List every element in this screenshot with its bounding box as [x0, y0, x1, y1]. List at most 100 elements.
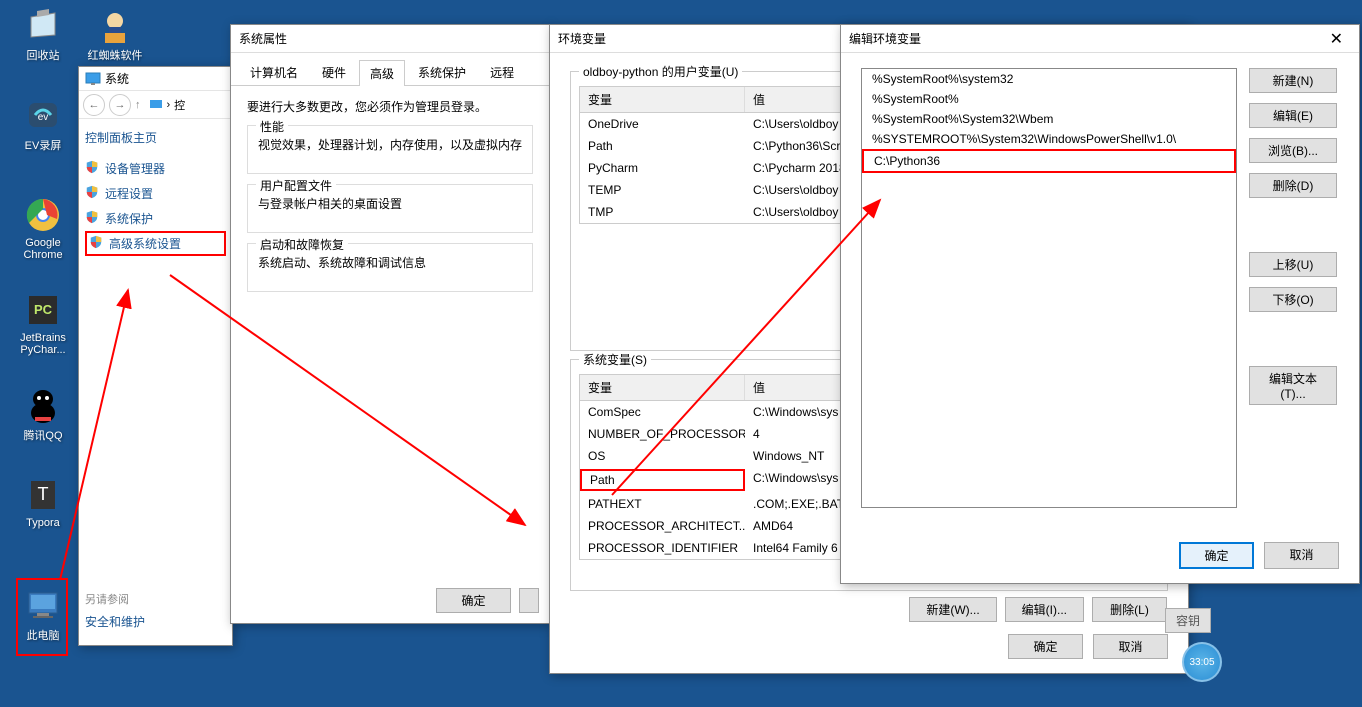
nav-up-icon[interactable]: ↑ — [135, 99, 141, 111]
var-name: Path — [580, 469, 745, 491]
system-titlebar: 系统 — [79, 67, 232, 91]
this-pc-highlight — [16, 578, 68, 656]
path-item-0[interactable]: %SystemRoot%\system32 — [862, 69, 1236, 89]
tab-2[interactable]: 高级 — [359, 60, 405, 86]
path-item-2[interactable]: %SystemRoot%\System32\Wbem — [862, 109, 1236, 129]
shield-icon — [89, 235, 103, 252]
edit-sidebar-button[interactable]: 上移(U) — [1249, 252, 1337, 277]
edit-sidebar-button[interactable]: 新建(N) — [1249, 68, 1337, 93]
edit-sidebar-button[interactable]: 编辑(E) — [1249, 103, 1337, 128]
props-group-2: 启动和故障恢复系统启动、系统故障和调试信息 — [247, 243, 533, 292]
props-group-1: 用户配置文件与登录帐户相关的桌面设置 — [247, 184, 533, 233]
env-new-button[interactable]: 新建(W)... — [909, 597, 996, 622]
nav-bar: ← → ↑ › 控 — [79, 91, 232, 119]
group-desc: 视觉效果，处理器计划，内存使用，以及虚拟内存 — [258, 136, 522, 153]
tab-1[interactable]: 硬件 — [311, 59, 357, 85]
edit-sidebar-button[interactable]: 删除(D) — [1249, 173, 1337, 198]
sys-link-label: 高级系统设置 — [109, 235, 181, 252]
icon-label: 红蜘蛛软件 — [80, 47, 150, 63]
props-intro: 要进行大多数更改，您必须作为管理员登录。 — [247, 98, 533, 115]
var-name: NUMBER_OF_PROCESSORS — [580, 425, 745, 443]
props-partial-button[interactable] — [519, 588, 539, 613]
env-cancel-button[interactable]: 取消 — [1093, 634, 1168, 659]
sys-link-label: 系统保护 — [105, 210, 153, 227]
edit-cancel-button[interactable]: 取消 — [1264, 542, 1339, 569]
icon-label: 回收站 — [8, 47, 78, 63]
sys-link-label: 设备管理器 — [105, 160, 165, 177]
sys-link-2[interactable]: 系统保护 — [85, 206, 226, 231]
var-name: PROCESSOR_ARCHITECT... — [580, 517, 745, 535]
edit-env-var-window: 编辑环境变量 ✕ %SystemRoot%\system32%SystemRoo… — [840, 24, 1360, 584]
icon-label: Typora — [8, 517, 78, 529]
env-delete-button[interactable]: 删除(L) — [1092, 597, 1167, 622]
icon-graphic: PC — [23, 290, 63, 330]
var-name: Path — [580, 137, 745, 155]
monitor-icon — [85, 72, 101, 86]
var-name: PyCharm — [580, 159, 745, 177]
icon-label: 腾讯QQ — [8, 427, 78, 443]
var-name: PATHEXT — [580, 495, 745, 513]
breadcrumb[interactable]: 控 — [174, 97, 185, 113]
tab-4[interactable]: 远程 — [479, 59, 525, 85]
tab-3[interactable]: 系统保护 — [407, 59, 477, 85]
partial-button[interactable]: 容钥 — [1165, 608, 1211, 633]
group-title: 启动和故障恢复 — [256, 236, 348, 253]
desktop-icon-4[interactable]: PCJetBrains PyChar... — [8, 290, 78, 356]
shield-icon — [85, 185, 99, 202]
monitor-small-icon — [149, 99, 163, 111]
path-list[interactable]: %SystemRoot%\system32%SystemRoot%%System… — [861, 68, 1237, 508]
shield-icon — [85, 210, 99, 227]
sys-vars-title: 系统变量(S) — [579, 351, 651, 368]
system-control-window: 系统 ← → ↑ › 控 控制面板主页 设备管理器远程设置系统保护高级系统设置 … — [78, 66, 233, 646]
icon-label: JetBrains PyChar... — [8, 332, 78, 356]
svg-text:T: T — [38, 484, 49, 504]
icon-graphic — [23, 195, 63, 235]
system-properties-window: 系统属性 计算机名硬件高级系统保护远程 要进行大多数更改，您必须作为管理员登录。… — [230, 24, 550, 624]
env-ok-button[interactable]: 确定 — [1008, 634, 1083, 659]
edit-sidebar-button[interactable]: 下移(O) — [1249, 287, 1337, 312]
group-desc: 系统启动、系统故障和调试信息 — [258, 254, 522, 271]
sys-link-1[interactable]: 远程设置 — [85, 181, 226, 206]
nav-back-icon[interactable]: ← — [83, 94, 105, 116]
col-name-header-2[interactable]: 变量 — [580, 375, 745, 400]
var-name: TEMP — [580, 181, 745, 199]
sys-link-0[interactable]: 设备管理器 — [85, 156, 226, 181]
user-vars-title: oldboy-python 的用户变量(U) — [579, 63, 742, 80]
var-name: OS — [580, 447, 745, 465]
tab-0[interactable]: 计算机名 — [239, 59, 309, 85]
shield-icon — [85, 160, 99, 177]
desktop-icon-5[interactable]: 腾讯QQ — [8, 385, 78, 443]
icon-label: Google Chrome — [8, 237, 78, 261]
var-name: OneDrive — [580, 115, 745, 133]
props-group-0: 性能视觉效果，处理器计划，内存使用，以及虚拟内存 — [247, 125, 533, 174]
path-item-3[interactable]: %SYSTEMROOT%\System32\WindowsPowerShell\… — [862, 129, 1236, 149]
icon-graphic — [23, 5, 63, 45]
control-panel-heading: 控制面板主页 — [85, 129, 226, 146]
icon-graphic — [23, 385, 63, 425]
path-item-4[interactable]: C:\Python36 — [862, 149, 1236, 173]
props-ok-button[interactable]: 确定 — [436, 588, 511, 613]
desktop-icon-2[interactable]: evEV录屏 — [8, 95, 78, 153]
col-name-header[interactable]: 变量 — [580, 87, 745, 112]
edit-sidebar-button[interactable]: 编辑文本(T)... — [1249, 366, 1337, 405]
var-name: TMP — [580, 203, 745, 221]
clock-widget[interactable]: 33:05 — [1182, 642, 1222, 682]
desktop-icon-3[interactable]: Google Chrome — [8, 195, 78, 261]
desktop-icon-1[interactable]: 红蜘蛛软件 — [80, 5, 150, 63]
nav-forward-icon[interactable]: → — [109, 94, 131, 116]
close-icon[interactable]: ✕ — [1322, 29, 1351, 49]
path-item-1[interactable]: %SystemRoot% — [862, 89, 1236, 109]
desktop-icon-6[interactable]: T Typora — [8, 475, 78, 529]
group-title: 性能 — [256, 118, 288, 135]
group-title: 用户配置文件 — [256, 177, 336, 194]
env-edit-button[interactable]: 编辑(I)... — [1005, 597, 1084, 622]
svg-text:ev: ev — [38, 112, 49, 123]
props-tabs: 计算机名硬件高级系统保护远程 — [231, 53, 549, 86]
edit-ok-button[interactable]: 确定 — [1179, 542, 1254, 569]
edit-sidebar-button[interactable]: 浏览(B)... — [1249, 138, 1337, 163]
props-titlebar: 系统属性 — [231, 25, 549, 53]
security-maintenance-link[interactable]: 安全和维护 — [85, 613, 145, 630]
desktop-icon-0[interactable]: 回收站 — [8, 5, 78, 63]
sys-link-3[interactable]: 高级系统设置 — [85, 231, 226, 256]
props-title: 系统属性 — [239, 30, 541, 47]
